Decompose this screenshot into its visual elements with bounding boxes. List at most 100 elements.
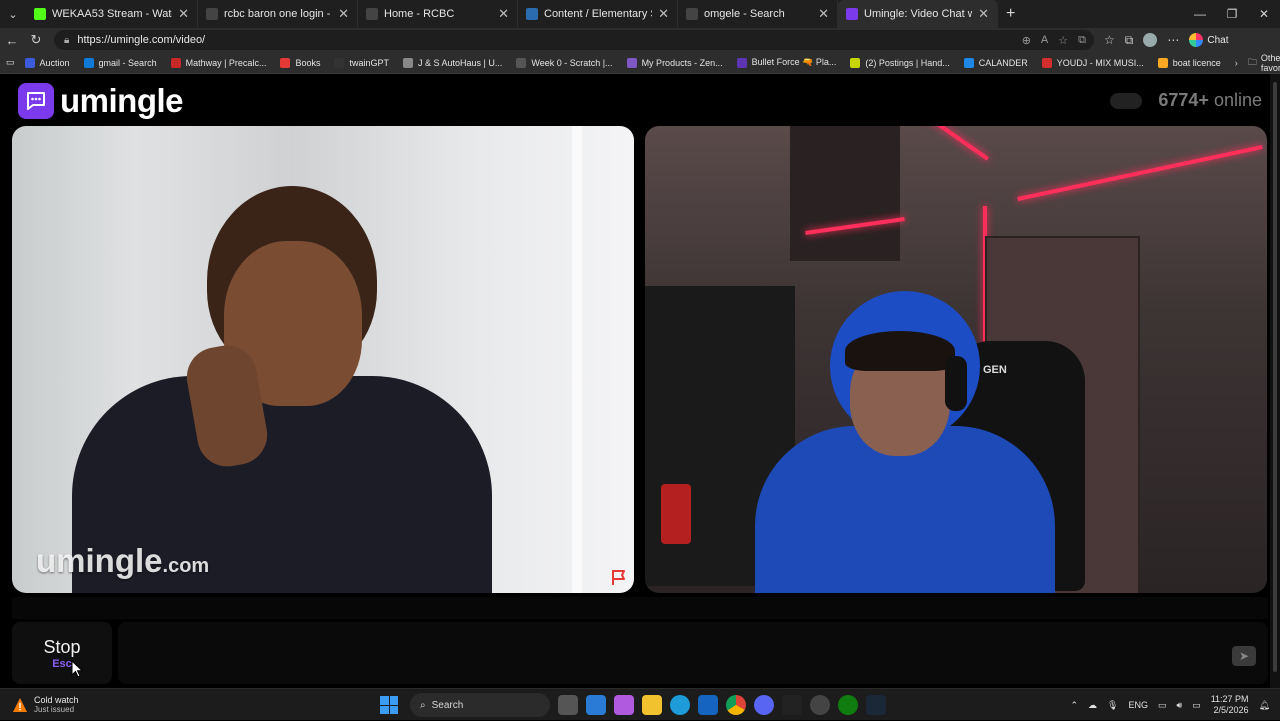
bookmark-item[interactable]: My Products - Zen... — [626, 57, 723, 68]
tab-rcbc-home[interactable]: Home - RCBC ✕ — [358, 0, 518, 28]
tab-omgele-search[interactable]: omgele - Search ✕ — [678, 0, 838, 28]
read-aloud-icon[interactable]: A — [1041, 34, 1048, 47]
new-tab-plus-icon[interactable]: + — [998, 5, 1023, 23]
store-icon[interactable] — [586, 695, 606, 715]
tab-spanish-content[interactable]: Content / Elementary Spanish I (S ✕ — [518, 0, 678, 28]
microphone-icon[interactable]: 🎙︎ — [1107, 700, 1118, 711]
file-explorer-icon[interactable] — [642, 695, 662, 715]
window-controls: — ❐ ✕ — [1184, 0, 1280, 28]
bookmark-favicon-icon — [402, 57, 413, 68]
notification-bell-icon[interactable]: 🔔︎ — [1259, 700, 1270, 711]
split-screen-icon[interactable]: ⧉ — [1078, 34, 1086, 47]
send-icon[interactable]: ➤ — [1232, 646, 1256, 666]
network-icon[interactable]: ▭ — [1158, 700, 1167, 711]
close-icon[interactable]: ✕ — [498, 6, 509, 22]
tab-umingle[interactable]: Umingle: Video Chat with Stra ✕ — [838, 0, 998, 28]
close-icon[interactable]: ✕ — [178, 6, 189, 22]
remote-person-hair — [845, 331, 955, 371]
profile-avatar[interactable] — [1143, 33, 1158, 47]
page-scrollbar[interactable] — [1270, 74, 1280, 688]
edge-icon[interactable] — [670, 695, 690, 715]
outlook-icon[interactable] — [698, 695, 718, 715]
taskbar-search[interactable]: ⌕ Search — [410, 693, 550, 717]
onedrive-cloud-icon[interactable]: ☁ — [1088, 700, 1097, 711]
discord-icon[interactable] — [754, 695, 774, 715]
bookmark-item[interactable]: gmail - Search — [83, 57, 157, 68]
taskbar-apps: ⌕ Search — [380, 689, 886, 721]
bookmark-item[interactable]: Week 0 - Scratch |... — [516, 57, 613, 68]
weather-widget[interactable]: Cold watch Just issued — [12, 695, 79, 714]
bookmark-item[interactable]: boat licence — [1157, 57, 1221, 68]
bookmark-label: Auction — [39, 57, 70, 68]
tab-actions-chevron-icon[interactable]: ⌄ — [0, 0, 26, 28]
video-background-detail — [572, 126, 582, 593]
tab-wekaa53[interactable]: WEKAA53 Stream - Watch Live on ✕ — [26, 0, 198, 28]
url-field[interactable]: 🔒︎ https://umingle.com/video/ ⊕ A ☆ ⧉ — [54, 30, 1094, 50]
steam-icon[interactable] — [866, 695, 886, 715]
site-logo[interactable]: umingle — [18, 82, 184, 120]
copilot-chat-button[interactable]: Chat — [1189, 33, 1228, 47]
epic-games-icon[interactable] — [782, 695, 802, 715]
minimize-icon[interactable]: — — [1184, 0, 1216, 28]
bookmark-label: J & S AutoHaus | U... — [417, 57, 503, 68]
language-indicator[interactable]: ENG — [1128, 700, 1148, 710]
favorite-star-icon[interactable]: ☆ — [1058, 34, 1068, 47]
windows-start-icon[interactable] — [380, 696, 398, 714]
close-icon[interactable]: ✕ — [978, 6, 989, 22]
tab-label: rcbc baron one login - Search — [224, 8, 332, 20]
headset — [945, 356, 967, 411]
system-tray: ⌃ ☁ 🎙︎ ENG ▭ 🔊︎ ▭ 11:27 PM 2/5/2026 🔔︎ — [1071, 689, 1271, 721]
close-window-icon[interactable]: ✕ — [1248, 0, 1280, 28]
report-flag-icon[interactable] — [610, 568, 628, 586]
copilot-app-icon[interactable] — [614, 695, 634, 715]
watermark-suffix: .com — [162, 555, 210, 577]
back-arrow-icon[interactable]: ← — [0, 33, 24, 48]
battery-icon[interactable]: ▭ — [1192, 700, 1201, 711]
windows-taskbar: Cold watch Just issued ⌕ Search ⌃ ☁ 🎙︎ E… — [0, 688, 1280, 720]
xbox-icon[interactable] — [838, 695, 858, 715]
chat-message-input[interactable]: ➤ — [118, 622, 1268, 684]
refresh-icon[interactable]: ↻ — [24, 32, 48, 48]
bookmark-label: Week 0 - Scratch |... — [531, 57, 613, 68]
clock[interactable]: 11:27 PM 2/5/2026 — [1211, 694, 1249, 716]
collections-icon[interactable]: ⧉ — [1125, 33, 1134, 48]
bookmark-favicon-icon — [280, 57, 291, 68]
other-favorites-button[interactable]: 🗀 Other favorites — [1248, 53, 1280, 73]
bookmark-item[interactable]: (2) Postings | Hand... — [850, 57, 950, 68]
bookmark-item[interactable]: YOUDJ - MIX MUSI... — [1041, 57, 1144, 68]
settings-gear-icon[interactable] — [810, 695, 830, 715]
logo-text: umingle — [60, 82, 184, 119]
chrome-icon[interactable] — [726, 695, 746, 715]
bookmark-item[interactable]: J & S AutoHaus | U... — [402, 57, 503, 68]
weather-subtitle: Just issued — [34, 705, 75, 714]
bookmark-label: gmail - Search — [98, 57, 157, 68]
more-menu-icon[interactable]: ⋯ — [1167, 33, 1179, 47]
bookmark-item[interactable]: Auction — [24, 57, 70, 68]
remote-video: GEN — [645, 126, 1267, 593]
zoom-icon[interactable]: ⊕ — [1022, 34, 1031, 47]
bookmark-item[interactable]: Mathway | Precalc... — [170, 57, 266, 68]
tab-label: Home - RCBC — [384, 8, 455, 20]
stop-button[interactable]: Stop Esc — [12, 622, 112, 684]
volume-icon[interactable]: 🔊︎ — [1177, 700, 1183, 711]
close-icon[interactable]: ✕ — [658, 6, 669, 22]
bookmark-item[interactable]: Bullet Force 🔫 Pla... — [736, 57, 836, 68]
close-icon[interactable]: ✕ — [338, 6, 349, 22]
task-view-icon[interactable] — [558, 695, 578, 715]
bookmark-item[interactable]: CALANDER — [963, 57, 1028, 68]
chat-controls: Stop Esc ➤ — [12, 622, 1268, 686]
bookmarks-toggle-icon[interactable]: ▭ — [6, 57, 15, 68]
search-favicon-icon — [686, 8, 698, 20]
bookmark-label: Books — [295, 57, 321, 68]
bookmark-item[interactable]: Books — [280, 57, 321, 68]
restore-icon[interactable]: ❐ — [1216, 0, 1248, 28]
bookmark-favicon-icon — [736, 57, 747, 68]
bookmarks-overflow-chevron-icon[interactable]: › — [1235, 58, 1238, 68]
favorites-icon[interactable]: ☆ — [1104, 33, 1115, 47]
close-icon[interactable]: ✕ — [818, 6, 829, 22]
clock-date: 2/5/2026 — [1213, 705, 1249, 715]
tray-overflow-chevron-icon[interactable]: ⌃ — [1071, 700, 1079, 711]
theme-toggle[interactable] — [1110, 92, 1143, 109]
bookmark-item[interactable]: twainGPT — [334, 57, 389, 68]
tab-rcbc-search[interactable]: rcbc baron one login - Search ✕ — [198, 0, 358, 28]
